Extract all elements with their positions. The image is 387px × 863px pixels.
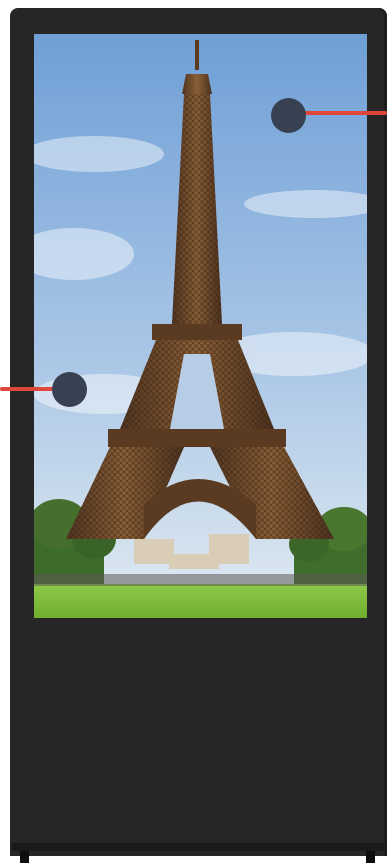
product-image-stage [0, 0, 387, 863]
kiosk-foot-left [20, 851, 29, 863]
callout-marker-icon[interactable] [271, 98, 306, 133]
crowd [34, 574, 367, 586]
kiosk-foot-right [366, 851, 375, 863]
kiosk-screen [34, 34, 367, 618]
callout-marker-icon[interactable] [52, 372, 87, 407]
eiffel-tower-photo [34, 34, 367, 618]
lawn [34, 584, 367, 618]
callout-line-top [300, 111, 387, 115]
kiosk-base-rail [12, 843, 387, 851]
